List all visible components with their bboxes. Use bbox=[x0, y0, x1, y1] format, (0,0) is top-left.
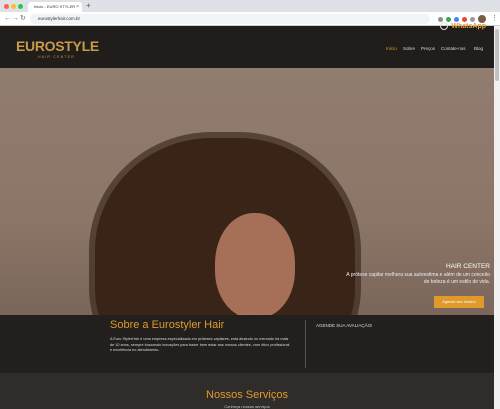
whatsapp-link[interactable]: WhatsApp bbox=[440, 22, 486, 30]
rating-label: AGENDE SUA AVALIAÇÃO! bbox=[316, 323, 373, 328]
whatsapp-icon bbox=[440, 22, 449, 30]
browser-tab[interactable]: Inicio - EURO STYLER × bbox=[28, 2, 82, 12]
forward-icon[interactable]: → bbox=[12, 14, 19, 24]
hero-image-face bbox=[215, 213, 295, 315]
whatsapp-label: WhatsApp bbox=[451, 22, 486, 30]
reload-icon[interactable]: ↻ bbox=[20, 14, 26, 24]
nav-item-blog[interactable]: Blog bbox=[474, 46, 483, 51]
new-tab-button[interactable]: + bbox=[86, 1, 91, 11]
browser-tab-bar: Inicio - EURO STYLER × + bbox=[0, 0, 500, 12]
window-maximize-button[interactable] bbox=[18, 4, 23, 9]
nav-item-sobre[interactable]: Sobre bbox=[403, 46, 415, 51]
scrollbar-thumb[interactable] bbox=[495, 29, 499, 81]
services-title: Nossos Serviços bbox=[206, 389, 288, 401]
nav-item-contate-nos[interactable]: Contate-nos bbox=[441, 46, 466, 51]
browser-menu-icon[interactable]: ⋮ bbox=[491, 14, 498, 24]
window-minimize-button[interactable] bbox=[11, 4, 16, 9]
address-bar-row: ← → ↻ eurostylerhair.com.br ⋮ bbox=[0, 12, 500, 26]
hero-description: A prótese capilar melhora sua autoestima… bbox=[346, 272, 490, 285]
about-title: Sobre a Eurostyler Hair bbox=[110, 319, 225, 331]
tab-close-icon[interactable]: × bbox=[76, 2, 79, 12]
tab-title: Inicio - EURO STYLER bbox=[34, 4, 76, 9]
section-divider bbox=[305, 320, 306, 368]
nav-item-inicio[interactable]: Início bbox=[386, 46, 397, 51]
services-subtitle: Conheça nossos serviços bbox=[224, 404, 270, 409]
window-close-button[interactable] bbox=[4, 4, 9, 9]
hero-title: HAIR CENTER bbox=[445, 263, 490, 270]
nav-item-precos[interactable]: Preços bbox=[421, 46, 435, 51]
schedule-button[interactable]: Agende seu horário bbox=[434, 296, 484, 308]
back-icon[interactable]: ← bbox=[4, 14, 11, 24]
about-text: A Euro StylerHair é uma empresa especial… bbox=[110, 337, 290, 352]
site-logo[interactable]: EUROSTYLE bbox=[16, 38, 99, 54]
scrollbar[interactable] bbox=[494, 26, 500, 409]
url-input[interactable]: eurostylerhair.com.br bbox=[30, 14, 430, 24]
logo-subtitle: HAIR CENTER bbox=[38, 55, 75, 59]
